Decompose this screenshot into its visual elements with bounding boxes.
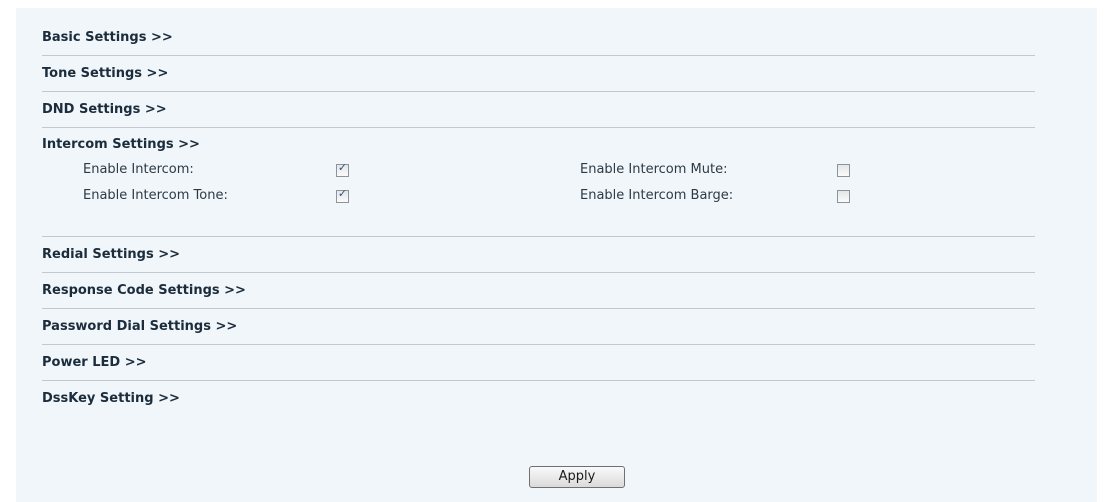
- redial-settings-header[interactable]: Redial Settings >>: [42, 237, 1035, 272]
- section-password-dial-settings: Password Dial Settings >>: [42, 309, 1035, 345]
- section-response-code-settings: Response Code Settings >>: [42, 273, 1035, 309]
- enable-intercom-barge-label: Enable Intercom Barge:: [580, 188, 734, 203]
- checkmark-icon: [838, 161, 849, 175]
- section-dsskey-setting: DssKey Setting >>: [42, 381, 1035, 416]
- section-dnd-settings: DND Settings >>: [42, 92, 1035, 128]
- intercom-settings-body: Enable Intercom: ✓ Enable Intercom Mute:…: [42, 161, 1035, 236]
- password-dial-settings-header[interactable]: Password Dial Settings >>: [42, 309, 1035, 344]
- power-led-header[interactable]: Power LED >>: [42, 345, 1035, 380]
- apply-button[interactable]: Apply: [529, 465, 625, 488]
- apply-area: Apply: [529, 465, 625, 488]
- enable-intercom-mute-checkbox[interactable]: [837, 164, 850, 177]
- section-tone-settings: Tone Settings >>: [42, 56, 1035, 92]
- intercom-settings-header[interactable]: Intercom Settings >>: [42, 128, 1035, 161]
- checkmark-icon: [838, 187, 849, 201]
- checkmark-icon: ✓: [337, 187, 348, 200]
- section-redial-settings: Redial Settings >>: [42, 237, 1035, 273]
- enable-intercom-label: Enable Intercom:: [83, 162, 194, 177]
- basic-settings-header[interactable]: Basic Settings >>: [42, 20, 1035, 55]
- enable-intercom-checkbox[interactable]: ✓: [336, 161, 349, 177]
- enable-intercom-tone-label: Enable Intercom Tone:: [83, 188, 228, 203]
- dsskey-setting-header[interactable]: DssKey Setting >>: [42, 381, 1035, 416]
- section-basic-settings: Basic Settings >>: [42, 20, 1035, 56]
- enable-intercom-tone-checkbox[interactable]: ✓: [336, 187, 349, 203]
- section-intercom-settings: Intercom Settings >> Enable Intercom: ✓ …: [42, 128, 1035, 237]
- enable-intercom-mute-label: Enable Intercom Mute:: [580, 162, 728, 177]
- checkmark-icon: ✓: [337, 161, 348, 174]
- settings-panel: Basic Settings >> Tone Settings >> DND S…: [16, 8, 1097, 502]
- settings-sections: Basic Settings >> Tone Settings >> DND S…: [42, 20, 1035, 416]
- response-code-settings-header[interactable]: Response Code Settings >>: [42, 273, 1035, 308]
- enable-intercom-barge-checkbox[interactable]: [837, 190, 850, 203]
- section-power-led: Power LED >>: [42, 345, 1035, 381]
- tone-settings-header[interactable]: Tone Settings >>: [42, 56, 1035, 91]
- dnd-settings-header[interactable]: DND Settings >>: [42, 92, 1035, 127]
